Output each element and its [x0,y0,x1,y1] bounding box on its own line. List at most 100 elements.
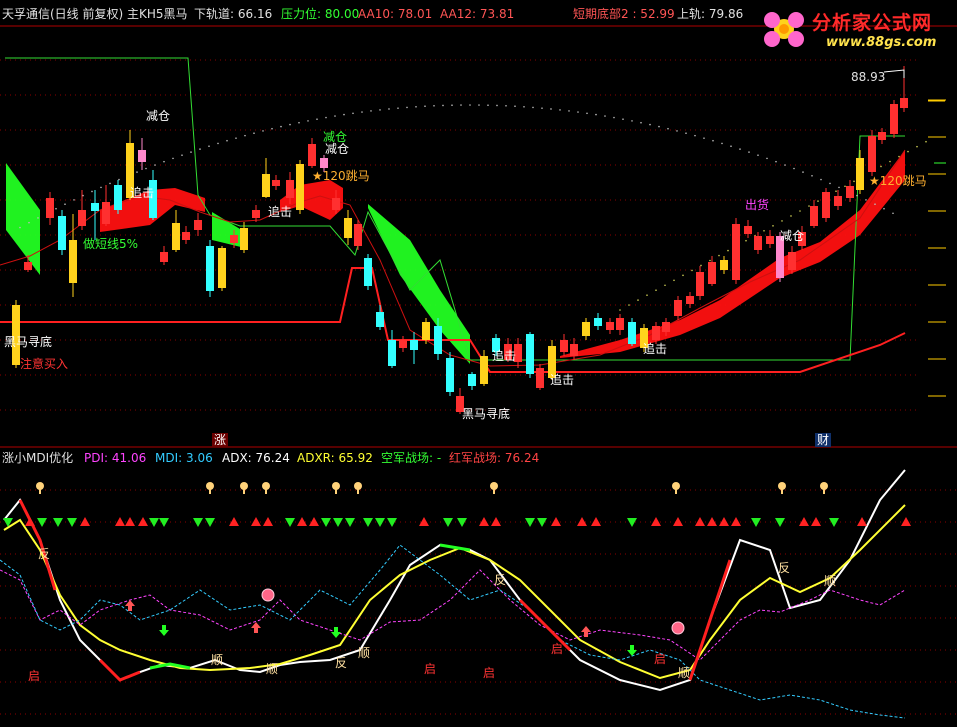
candle-body [286,180,294,198]
candle-body [526,334,534,374]
candle-body [344,218,352,238]
candle-body [332,198,340,210]
lower-track-dot [790,215,792,217]
upper-track-dot [109,182,111,185]
candle-body [788,252,796,270]
logo-url: www.88gs.com [826,35,937,50]
upper-track-dot [496,104,498,107]
candle-body [114,185,122,210]
upper-track-dot [91,190,93,193]
upper-track-dot [55,207,57,210]
annotation-jump: ★120跳马 [312,169,370,183]
upper-track-dot [190,151,192,153]
annotation-buy-alert: 注意买入 [20,357,69,371]
upper-track-dot [766,157,768,160]
upper-track-dot [802,171,804,173]
indicator-label: 启 [483,666,496,680]
candle-body [24,262,32,270]
upper-track-dot [415,105,417,108]
upper-track-dot [568,110,570,112]
red-triangle-icon [651,517,661,526]
candle-body [480,356,488,384]
red-triangle-icon [731,517,741,526]
upper-track-dot [172,157,174,160]
candle-body [218,248,226,288]
red-triangle-icon [695,517,705,526]
upper-track-dot [271,127,273,130]
lower-track-dot [727,249,729,252]
upper-track-dot [469,104,471,106]
candle-body [582,322,590,336]
green-triangle-icon [345,518,355,527]
upper-track-dot [505,104,507,107]
chart-canvas[interactable] [0,0,957,724]
upper-track-dot [28,221,30,224]
lower-track-dot [772,225,774,227]
indicator-label: 启 [28,669,41,683]
indicator-label: 顺 [211,653,224,667]
upper-track-dot [811,174,813,177]
candle-body [686,296,694,304]
upper-track-dot [523,105,525,108]
green-triangle-icon [363,518,373,527]
down-track-readout: 下轨道: 66.16 [194,7,273,21]
upper-track-dot [874,203,876,206]
down-arrow-icon [331,627,341,638]
candle-body [606,322,614,330]
annotation-bottom-seek: 黑马寻底 [462,407,511,421]
upper-track-dot [478,104,480,106]
upper-track-dot [316,118,318,120]
upper-track-dot [775,160,777,163]
indicator-label: 顺 [678,666,691,680]
candle-body [594,318,602,326]
candle-body [364,258,372,286]
candle-body [878,132,886,140]
candle-body [308,144,316,166]
upper-track-dot [370,110,372,112]
lower-track-dot [853,180,855,183]
upper-track-dot [892,212,894,215]
upper-track-dot [244,134,246,137]
upper-track-dot [226,139,228,142]
candle-body [252,210,260,218]
lower-track-dot [781,220,783,222]
upper-track-dot [181,154,183,156]
lower-track-dot [763,230,765,232]
candle-body [78,210,86,226]
candle-body [696,272,704,296]
green-triangle-icon [53,518,63,527]
red-triangle-icon [138,517,148,526]
candle-body [91,203,99,211]
candle-body [354,224,362,246]
upper-track-dot [739,148,741,150]
red-triangle-icon [25,517,35,526]
hand-icon-finger [357,488,359,494]
upper-track-dot [703,137,705,139]
candle-body [69,240,77,283]
lower-track-dot [691,269,693,272]
red-triangle-icon [125,517,135,526]
upper-track-dot [613,116,615,119]
chart-title: 天孚通信(日线 前复权) 主KH5黑马 [2,7,188,21]
candle-body [160,252,168,262]
lower-track-dot [682,274,684,277]
green-triangle-icon [321,518,331,527]
indicator-label: 反 [335,656,348,670]
annotation-reduce: 减仓 [146,109,171,123]
upper-track-dot [649,123,651,126]
upper-track-dot [559,109,561,111]
red-triangle-icon [901,517,911,526]
pressure-readout: 压力位: 80.00 [281,7,360,21]
annotation-chase: 追击 [643,342,668,356]
upper-track-dot [820,178,822,181]
upper-track-dot [640,121,642,124]
upper-track-dot [541,107,543,109]
aa10-readout: AA10: 78.01 [358,7,433,21]
annotation-jump: ★120跳马 [869,174,927,188]
upper-track-dot [325,116,327,119]
adx-red-seg [98,658,141,682]
tag-cai: 财 [815,433,832,447]
indicator-label: 顺 [266,662,279,676]
upper-track-dot [757,154,759,156]
candle-body [754,236,762,250]
